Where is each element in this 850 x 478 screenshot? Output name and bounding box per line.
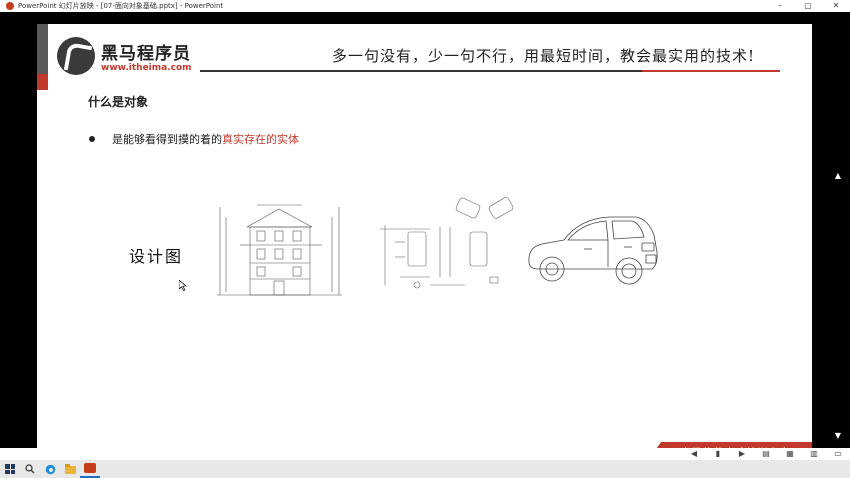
side-controls: ▲ ▼ — [831, 170, 845, 450]
slideshow-icon[interactable]: ▭ — [833, 450, 843, 458]
title-bar: PowerPoint 幻灯片放映 - [07-面向对象基础.pptx] - Po… — [0, 0, 850, 12]
normal-view-icon[interactable]: ▤ — [761, 450, 771, 458]
bullet-dot — [89, 136, 95, 142]
edge-icon[interactable] — [40, 460, 60, 478]
next-icon[interactable]: ▶ — [737, 450, 747, 458]
itheima-logo: 黑马程序员 www.itheima.com — [57, 36, 192, 76]
pause-icon[interactable]: ▮ — [713, 450, 723, 458]
window-controls: – ▢ ✕ — [766, 0, 850, 12]
scroll-up-button[interactable]: ▲ — [831, 170, 845, 182]
building-blueprint-image — [217, 204, 342, 296]
prev-icon[interactable]: ◀ — [689, 450, 699, 458]
powerpoint-app-icon — [6, 2, 14, 10]
header-divider-accent — [642, 70, 780, 72]
bullet-item: 是能够看得到摸的着的 真实存在的实体 — [89, 131, 299, 147]
phone-blueprint-image — [380, 197, 514, 289]
window-title: PowerPoint 幻灯片放映 - [07-面向对象基础.pptx] - Po… — [18, 2, 224, 10]
windows-start-icon[interactable] — [0, 460, 20, 478]
close-button[interactable]: ✕ — [822, 0, 850, 12]
status-bar: ◀ ▮ ▶ ▤ ▦ ▥ ▭ — [0, 448, 850, 460]
slideshow-stage: 黑马程序员 www.itheima.com 多一句没有，少一句不行，用最短时间，… — [0, 12, 850, 460]
reading-view-icon[interactable]: ▥ — [809, 450, 819, 458]
slide[interactable]: 黑马程序员 www.itheima.com 多一句没有，少一句不行，用最短时间，… — [37, 24, 812, 460]
left-accent-bar-red — [37, 74, 48, 90]
design-label: 设计图 — [129, 247, 184, 266]
file-explorer-icon[interactable] — [60, 460, 80, 478]
bullet-highlight: 真实存在的实体 — [222, 133, 299, 146]
suv-drawing-image — [528, 216, 658, 285]
windows-taskbar — [0, 460, 850, 478]
search-icon[interactable] — [20, 460, 40, 478]
slogan: 多一句没有，少一句不行，用最短时间，教会最实用的技术! — [332, 47, 756, 65]
mouse-cursor-icon — [179, 280, 187, 291]
scroll-down-button[interactable]: ▼ — [831, 430, 845, 442]
minimize-button[interactable]: – — [766, 0, 794, 12]
horse-logo-icon — [57, 37, 95, 75]
logo-site: www.itheima.com — [101, 63, 192, 73]
logo-brand: 黑马程序员 — [101, 44, 191, 64]
bullet-text: 是能够看得到摸的着的 — [112, 133, 222, 146]
slide-sorter-icon[interactable]: ▦ — [785, 450, 795, 458]
restore-button[interactable]: ▢ — [794, 0, 822, 12]
powerpoint-icon[interactable] — [80, 460, 100, 478]
slide-heading: 什么是对象 — [88, 95, 149, 109]
